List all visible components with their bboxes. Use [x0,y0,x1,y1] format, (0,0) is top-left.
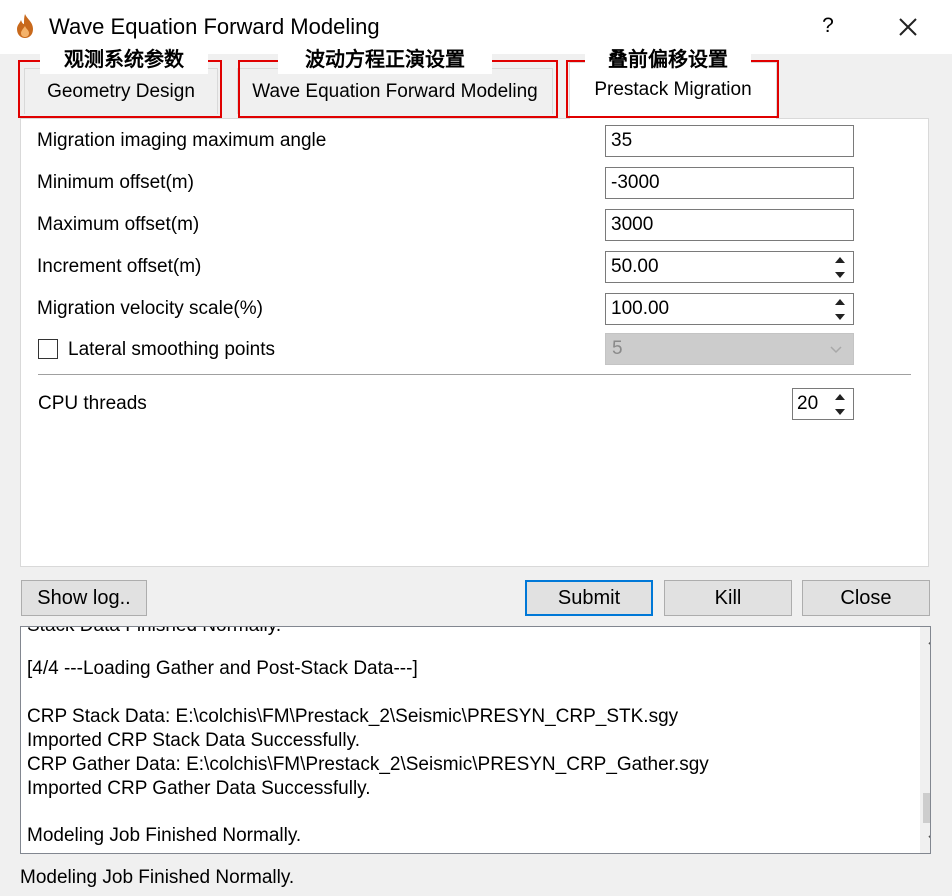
flame-icon [17,14,33,38]
max-offset-label: Maximum offset(m) [37,214,200,235]
increment-offset-label: Increment offset(m) [37,256,202,277]
status-bar-text: Modeling Job Finished Normally. [20,867,295,888]
annotation-wave-label: 波动方程正演设置 [278,44,492,74]
log-line: [4/4 ---Loading Gather and Post-Stack Da… [27,658,418,679]
tab-wave-equation-forward-modeling[interactable]: Wave Equation Forward Modeling [237,68,553,114]
increment-offset-stepper[interactable] [830,252,850,282]
stepper-up-icon[interactable] [830,294,850,309]
log-line: Stack Data Finished Normally. [27,627,281,637]
cpu-threads-stepper[interactable] [830,389,850,419]
show-log-button[interactable]: Show log.. [21,580,147,616]
log-line: CRP Gather Data: E:\colchis\FM\Prestack_… [27,754,709,775]
close-icon[interactable] [893,12,923,42]
max-offset-input[interactable]: 3000 [605,209,854,241]
stepper-up-icon[interactable] [830,252,850,267]
stepper-down-icon[interactable] [830,267,850,282]
scrollbar-thumb[interactable] [923,793,930,823]
lateral-smoothing-checkbox[interactable] [38,339,58,359]
increment-offset-spinbox[interactable]: 50.00 [605,251,854,283]
min-offset-input[interactable]: -3000 [605,167,854,199]
help-button[interactable]: ? [816,12,840,40]
stepper-up-icon[interactable] [830,389,850,404]
lateral-smoothing-value: 5 [612,338,623,359]
lateral-smoothing-label: Lateral smoothing points [68,339,276,360]
scroll-up-icon[interactable] [927,635,931,647]
max-angle-input[interactable]: 35 [605,125,854,157]
tab-geometry-design[interactable]: Geometry Design [24,68,218,114]
velocity-scale-spinbox[interactable]: 100.00 [605,293,854,325]
close-button[interactable]: Close [802,580,930,616]
annotation-prestack-label: 叠前偏移设置 [585,44,751,74]
lateral-smoothing-select: 5 [605,333,854,365]
log-line: Imported CRP Gather Data Successfully. [27,778,371,799]
log-scrollbar[interactable] [920,627,931,853]
stepper-down-icon[interactable] [830,309,850,324]
window-title: Wave Equation Forward Modeling [49,14,380,39]
max-angle-label: Migration imaging maximum angle [37,130,327,151]
divider [38,374,911,375]
log-line: CRP Stack Data: E:\colchis\FM\Prestack_2… [27,706,679,727]
cpu-threads-label: CPU threads [38,393,147,414]
log-line: Imported CRP Stack Data Successfully. [27,730,360,751]
scroll-down-icon[interactable] [927,833,931,845]
annotation-geometry-label: 观测系统参数 [40,44,208,74]
velocity-scale-label: Migration velocity scale(%) [37,298,263,319]
stepper-down-icon[interactable] [830,404,850,419]
log-output[interactable]: Stack Data Finished Normally. [4/4 ---Lo… [20,626,931,854]
log-line: Modeling Job Finished Normally. [27,825,302,846]
velocity-scale-stepper[interactable] [830,294,850,324]
kill-button[interactable]: Kill [664,580,792,616]
chevron-down-icon [830,346,842,354]
submit-button[interactable]: Submit [525,580,653,616]
min-offset-label: Minimum offset(m) [37,172,194,193]
